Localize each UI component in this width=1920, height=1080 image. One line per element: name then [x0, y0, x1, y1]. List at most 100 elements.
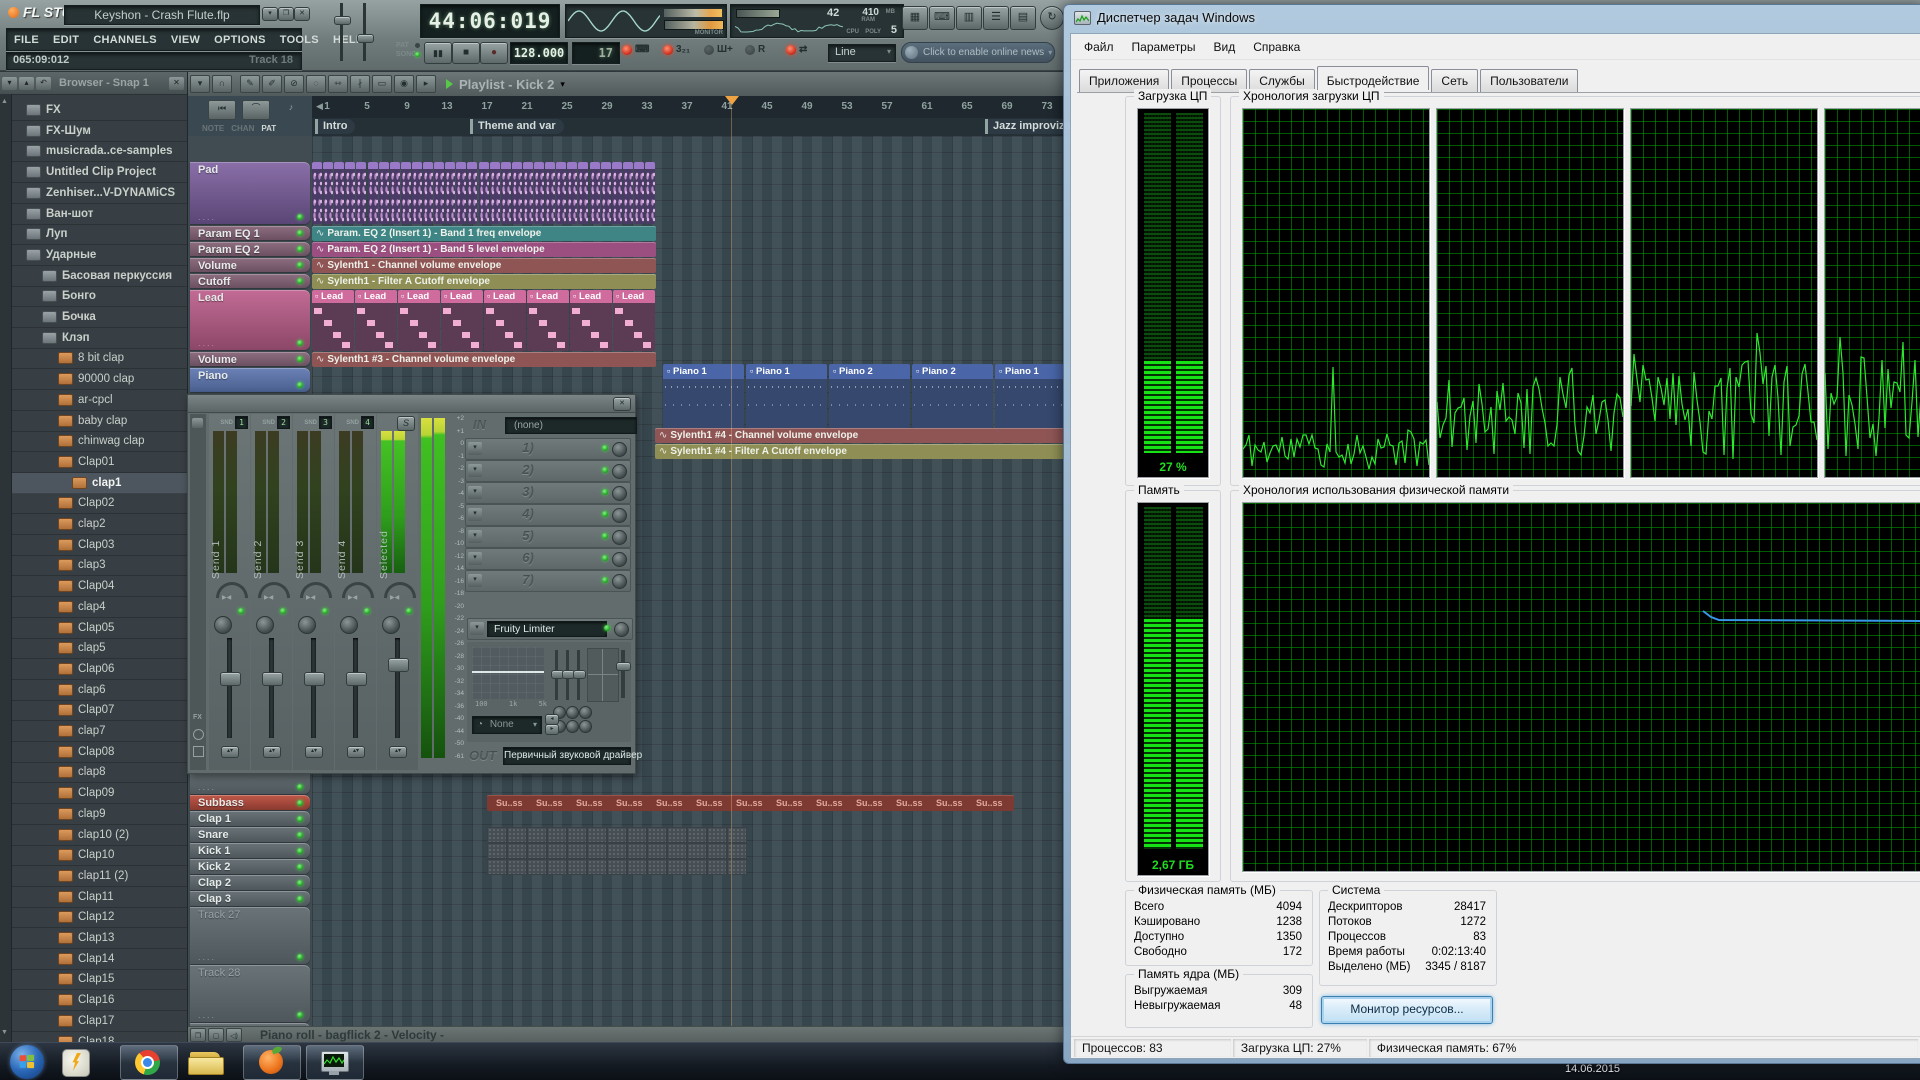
mixer-titlebar[interactable]: ✕ — [188, 395, 635, 413]
track-enable-led[interactable] — [297, 262, 303, 268]
browser-item-clap02[interactable]: Clap02 — [0, 493, 187, 514]
track-enable-led[interactable] — [297, 864, 303, 870]
track-enable-led[interactable] — [297, 880, 303, 886]
playlist-timeline[interactable]: ◀ 15913172125293337414549535761656973 — [312, 96, 1106, 119]
marker-intro[interactable]: Intro — [315, 119, 355, 134]
select-icon[interactable]: ▭ — [372, 75, 392, 93]
track-enable-led[interactable] — [297, 230, 303, 236]
fx-mix-knob[interactable] — [612, 486, 627, 501]
fl-menu-channels[interactable]: CHANNELS — [86, 31, 164, 49]
limiter-slider-handle[interactable] — [573, 670, 586, 679]
mixer-panel-icon[interactable]: ▥ — [956, 6, 982, 30]
track-enable-led[interactable] — [297, 800, 303, 806]
browser-item-untitled-clip-project[interactable]: Untitled Clip Project — [0, 162, 187, 183]
browser-item-clap6[interactable]: clap6 — [0, 680, 187, 701]
start-button[interactable] — [10, 1045, 44, 1079]
browser-item-clap12[interactable]: Clap12 — [0, 907, 187, 928]
track-header-lead[interactable]: Lead.... — [190, 290, 310, 350]
tray-date[interactable]: 14.06.2015 — [1565, 1063, 1620, 1075]
fx-mix-knob[interactable] — [612, 464, 627, 479]
browser-item-ar-cpcl[interactable]: ar-cpcl — [0, 390, 187, 411]
browser-item-clap4[interactable]: clap4 — [0, 597, 187, 618]
fx-mix-knob[interactable] — [612, 552, 627, 567]
fader-handle[interactable] — [220, 672, 241, 686]
fx-enable-led[interactable] — [602, 555, 608, 561]
track-header-pad[interactable]: Pad.... — [190, 162, 310, 224]
mixer-strip-selected[interactable]: SSelected▶◀▴▾ — [377, 414, 418, 770]
browser-item-clap04[interactable]: Clap04 — [0, 576, 187, 597]
fx-enable-led[interactable] — [604, 625, 610, 631]
browser-item-clap5[interactable]: clap5 — [0, 638, 187, 659]
pan-knob[interactable] — [300, 582, 332, 598]
mixer-strip-button[interactable] — [192, 418, 203, 428]
browser-item-бонго[interactable]: Бонго — [0, 286, 187, 307]
mixer-strip-send-4[interactable]: SND4Send 4▶◀▴▾ — [335, 414, 376, 770]
track-enable-led[interactable] — [297, 1012, 303, 1018]
channel-fx-knob[interactable] — [256, 616, 274, 634]
browser-scrollbar[interactable]: ▲ ▼ — [0, 94, 12, 1042]
pan-knob[interactable] — [216, 582, 248, 598]
browser-item-8-bit-clap[interactable]: 8 bit clap — [0, 348, 187, 369]
track-header-clap-1[interactable]: Clap 1 — [190, 811, 310, 826]
online-news-bar[interactable]: Click to enable online news ▾ — [901, 42, 1055, 63]
fader-handle[interactable] — [262, 672, 283, 686]
browser-item-clap1[interactable]: clap1 — [0, 473, 187, 494]
fx-enable-led[interactable] — [602, 511, 608, 517]
pan-knob[interactable] — [258, 582, 290, 598]
close-button[interactable]: ✕ — [294, 7, 310, 21]
fader-handle[interactable] — [304, 672, 325, 686]
browser-item-clap8[interactable]: clap8 — [0, 762, 187, 783]
tempo-display[interactable]: 128.000 — [510, 42, 568, 64]
preset-dropdown[interactable]: ◔ None ▾ — [472, 716, 542, 734]
zoom-icon[interactable]: ◉ — [394, 75, 414, 93]
record-option-loop-record-icon[interactable]: R — [745, 44, 765, 55]
track-header-subbass[interactable]: Subbass — [190, 795, 310, 810]
channel-enable-led[interactable] — [322, 608, 328, 614]
fx-mix-knob[interactable] — [612, 508, 627, 523]
clock-icon[interactable] — [193, 729, 204, 740]
channel-fx-knob[interactable] — [382, 616, 400, 634]
stereo-sep-button[interactable]: ▴▾ — [389, 746, 407, 758]
pat-song-switch[interactable]: PAT SONG — [396, 42, 418, 62]
browser-item-clap16[interactable]: Clap16 — [0, 990, 187, 1011]
fx-in-source[interactable]: (none) — [505, 417, 637, 434]
slice-icon[interactable]: ∤ — [350, 75, 370, 93]
browser-item-fx-шум[interactable]: FX-Шум — [0, 121, 187, 142]
browser-item-clap14[interactable]: Clap14 — [0, 949, 187, 970]
chevron-down-icon[interactable]: ▾ — [470, 622, 484, 635]
explorer-icon[interactable] — [186, 1048, 226, 1076]
taskmgr-menu-параметры[interactable]: Параметры — [1123, 37, 1205, 57]
record-button[interactable]: ● — [480, 42, 508, 64]
taskmgr-menu-вид[interactable]: Вид — [1204, 37, 1244, 57]
channel-enable-led[interactable] — [238, 608, 244, 614]
mixer-strip-send-2[interactable]: SND2Send 2▶◀▴▾ — [251, 414, 292, 770]
stop-button[interactable]: ■ — [452, 42, 480, 64]
channel-fx-knob[interactable] — [298, 616, 316, 634]
track-header-clap-2[interactable]: Clap 2 — [190, 875, 310, 890]
fx-enable-led[interactable] — [602, 577, 608, 583]
winamp-icon[interactable] — [62, 1049, 92, 1077]
browser-item-fx[interactable]: FX — [0, 100, 187, 121]
fx-mix-knob[interactable] — [612, 574, 627, 589]
browser-item-zenhiser-v-dynamics[interactable]: Zenhiser...V-DYNAMiCS — [0, 183, 187, 204]
track-enable-led[interactable] — [297, 340, 303, 346]
speaker-icon[interactable]: ◁) — [226, 1028, 242, 1042]
fx-mix-knob[interactable] — [612, 530, 627, 545]
track-enable-led[interactable] — [297, 382, 303, 388]
fx-slot-2[interactable]: ▾2) — [465, 460, 631, 482]
gain-slider[interactable] — [621, 650, 625, 698]
fx-enable-led[interactable] — [602, 489, 608, 495]
playlist-titlebar[interactable]: ▾ ∩ ✎✐⊘◌⇿∤▭◉▸ Playlist - Kick 2 ▾ — [188, 72, 1106, 96]
fx-mix-knob[interactable] — [614, 622, 629, 637]
slip-icon[interactable]: ⇿ — [328, 75, 348, 93]
limiter-knob[interactable] — [566, 720, 579, 733]
resource-monitor-button[interactable]: Монитор ресурсов... — [1321, 996, 1493, 1024]
fx-enable-led[interactable] — [602, 467, 608, 473]
track-enable-led[interactable] — [297, 356, 303, 362]
gain-handle[interactable] — [616, 662, 631, 671]
track-enable-led[interactable] — [297, 954, 303, 960]
fl-menu-tools[interactable]: TOOLS — [273, 31, 326, 49]
browser-item-musicrada-ce-samples[interactable]: musicrada..ce-samples — [0, 141, 187, 162]
fl-menu-options[interactable]: OPTIONS — [207, 31, 273, 49]
browser-item-clap07[interactable]: Clap07 — [0, 700, 187, 721]
